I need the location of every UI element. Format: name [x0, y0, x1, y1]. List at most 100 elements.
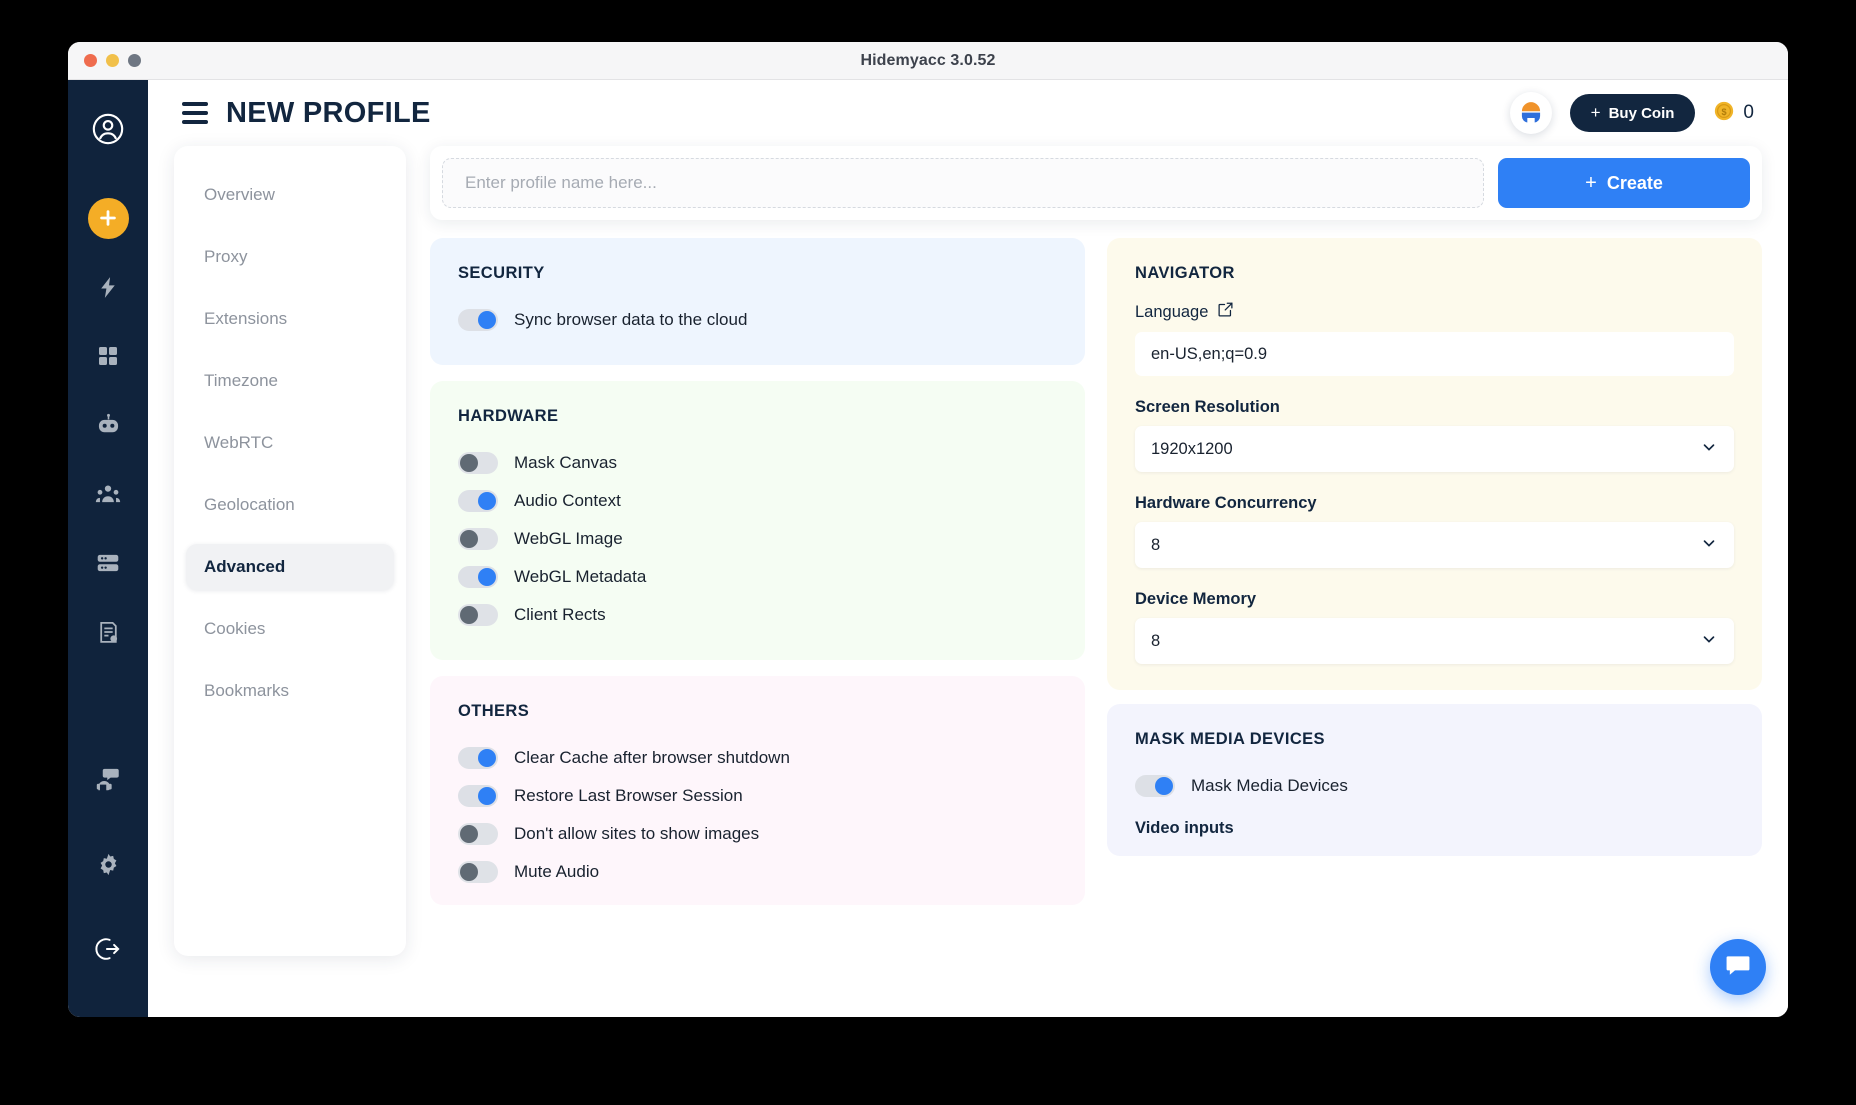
- chat-support-button[interactable]: [1710, 939, 1766, 995]
- hardware-concurrency-select[interactable]: 8: [1135, 522, 1734, 568]
- toggle-mask-media-devices[interactable]: [1135, 775, 1175, 797]
- toggle-sync-browser-data[interactable]: [458, 309, 498, 331]
- security-heading: SECURITY: [458, 264, 545, 282]
- video-inputs-label: Video inputs: [1135, 819, 1234, 837]
- device-memory-select[interactable]: 8: [1135, 618, 1734, 664]
- sidebar-item-webrtc[interactable]: WebRTC: [186, 420, 394, 466]
- sidebar-item-overview[interactable]: Overview: [186, 172, 394, 218]
- toggle-clear-cache-after-shutdown[interactable]: [458, 747, 498, 769]
- nav-label: Proxy: [204, 247, 248, 266]
- navigator-heading: NAVIGATOR: [1135, 264, 1235, 282]
- sidebar-item-settings[interactable]: [85, 841, 131, 887]
- language-field[interactable]: en-US,en;q=0.9: [1135, 332, 1734, 376]
- navigator-panel: NAVIGATOR Language en-US,en;q=0.9 Screen…: [1107, 238, 1762, 690]
- language-value: en-US,en;q=0.9: [1151, 344, 1268, 363]
- team-people-icon: [95, 481, 121, 507]
- create-profile-button[interactable]: + Create: [1498, 158, 1750, 208]
- sidebar-item-support[interactable]: [85, 756, 131, 802]
- chevron-down-icon: [1700, 534, 1718, 557]
- sidebar-item-bookmarks[interactable]: Bookmarks: [186, 668, 394, 714]
- headset-chat-icon: [95, 766, 122, 793]
- gear-icon: [96, 852, 121, 877]
- toggle-label: Mask Canvas: [514, 453, 617, 472]
- coin-count: 0: [1743, 102, 1754, 123]
- toggle-label: Clear Cache after browser shutdown: [514, 748, 790, 767]
- toggle-row: WebGL Image: [458, 520, 1057, 558]
- hamburger-icon[interactable]: [182, 102, 208, 124]
- robot-icon: [95, 412, 122, 439]
- icon-sidebar: [68, 80, 148, 1017]
- coin-icon: $: [1713, 100, 1735, 127]
- toggle-row: Sync browser data to the cloud: [458, 301, 1057, 339]
- screen-resolution-label: Screen Resolution: [1135, 398, 1280, 416]
- screen-resolution-value: 1920x1200: [1151, 439, 1233, 458]
- nav-label: Advanced: [204, 557, 286, 576]
- hardware-concurrency-value: 8: [1151, 535, 1161, 554]
- sidebar-item-automation[interactable]: [85, 264, 131, 310]
- toggle-row: Clear Cache after browser shutdown: [458, 739, 1057, 777]
- toggle-row: WebGL Metadata: [458, 558, 1057, 596]
- toggle-audio-context[interactable]: [458, 490, 498, 512]
- sidebar-item-cookies[interactable]: Cookies: [186, 606, 394, 652]
- language-label: Language: [1135, 302, 1209, 321]
- toggle-mute-audio[interactable]: [458, 861, 498, 883]
- nav-label: Bookmarks: [204, 681, 290, 700]
- toggle-label: WebGL Image: [514, 529, 623, 548]
- header-actions: + Buy Coin $ 0: [1509, 92, 1754, 134]
- sidebar-item-billing[interactable]: [85, 609, 131, 655]
- sidebar-item-apps[interactable]: [85, 333, 131, 379]
- plus-icon: +: [1590, 103, 1601, 122]
- toggle-row: Client Rects: [458, 596, 1057, 634]
- nav-label: Cookies: [204, 619, 266, 638]
- sidebar-item-logout[interactable]: [85, 926, 131, 972]
- toggle-label: Audio Context: [514, 491, 621, 510]
- window-titlebar: Hidemyacc 3.0.52: [68, 42, 1788, 80]
- sidebar-item-proxy[interactable]: [85, 540, 131, 586]
- edit-pencil-square-icon[interactable]: [1217, 301, 1234, 323]
- plus-icon: +: [1585, 171, 1597, 194]
- content-area: Overview Proxy Extensions Timezone WebRT…: [148, 146, 1788, 1017]
- sidebar-item-account-avatar[interactable]: [85, 106, 131, 152]
- toggle-block-images[interactable]: [458, 823, 498, 845]
- toggle-mask-canvas[interactable]: [458, 452, 498, 474]
- hardware-panel: HARDWARE Mask Canvas Audio Context WebGL…: [430, 381, 1085, 660]
- security-panel: SECURITY Sync browser data to the cloud: [430, 238, 1085, 365]
- toggle-label: Restore Last Browser Session: [514, 786, 743, 805]
- toggle-row: Don't allow sites to show images: [458, 815, 1057, 853]
- toggle-label: Sync browser data to the cloud: [514, 310, 748, 329]
- sidebar-item-bot[interactable]: [85, 402, 131, 448]
- toggle-row: Mask Canvas: [458, 444, 1057, 482]
- coin-balance[interactable]: $ 0: [1713, 100, 1754, 127]
- sidebar-item-geolocation[interactable]: Geolocation: [186, 482, 394, 528]
- toggle-label: Client Rects: [514, 605, 606, 624]
- logout-arrow-icon: [95, 936, 121, 962]
- device-memory-value: 8: [1151, 631, 1161, 650]
- buy-coin-button[interactable]: + Buy Coin: [1569, 94, 1696, 132]
- toggle-label: Don't allow sites to show images: [514, 824, 760, 843]
- toggle-webgl-metadata[interactable]: [458, 566, 498, 588]
- toggle-webgl-image[interactable]: [458, 528, 498, 550]
- sidebar-item-timezone[interactable]: Timezone: [186, 358, 394, 404]
- sidebar-item-new-profile[interactable]: [85, 195, 131, 241]
- toggle-client-rects[interactable]: [458, 604, 498, 626]
- chevron-down-icon: [1700, 630, 1718, 653]
- device-memory-label: Device Memory: [1135, 590, 1257, 608]
- toggle-row: Audio Context: [458, 482, 1057, 520]
- create-button-label: Create: [1606, 172, 1663, 193]
- main-area: NEW PROFILE + Buy Coin $ 0 Overview Prox…: [148, 80, 1788, 1017]
- grid-apps-icon: [96, 344, 120, 368]
- sidebar-item-team[interactable]: [85, 471, 131, 517]
- screen: Hidemyacc 3.0.52 NEW PROFILE + Buy Coin …: [0, 0, 1856, 1105]
- sidebar-item-extensions[interactable]: Extensions: [186, 296, 394, 342]
- toggle-restore-last-session[interactable]: [458, 785, 498, 807]
- language-label-row: Language: [1135, 301, 1734, 323]
- hardware-concurrency-label: Hardware Concurrency: [1135, 494, 1317, 512]
- toggle-label: Mute Audio: [514, 862, 600, 881]
- sidebar-item-advanced[interactable]: Advanced: [186, 544, 394, 590]
- profile-name-input[interactable]: [442, 158, 1484, 208]
- toggle-row: Mask Media Devices: [1135, 767, 1734, 805]
- brand-logo-icon[interactable]: [1509, 92, 1552, 134]
- sidebar-item-proxy[interactable]: Proxy: [186, 234, 394, 280]
- hardware-heading: HARDWARE: [458, 407, 559, 425]
- screen-resolution-select[interactable]: 1920x1200: [1135, 426, 1734, 472]
